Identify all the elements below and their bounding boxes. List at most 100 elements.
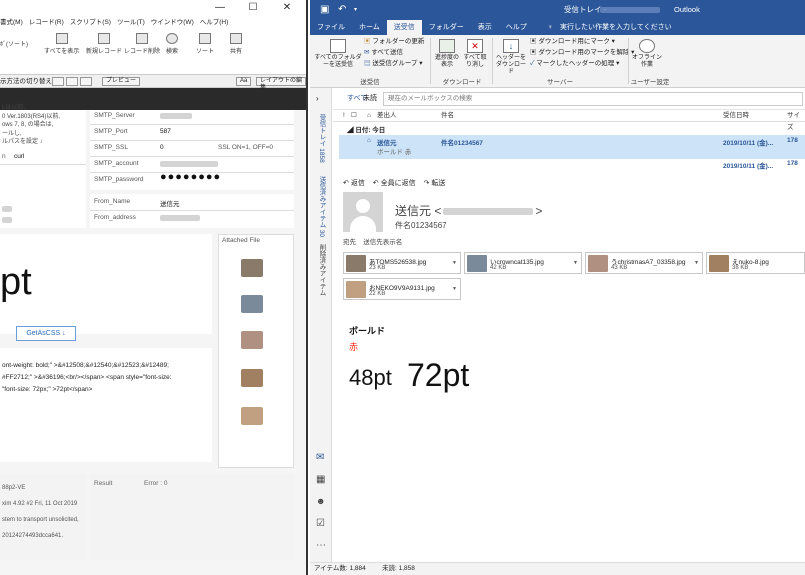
tab-file[interactable]: ファイル: [310, 20, 352, 35]
tell-me-input[interactable]: 実行したい作業を入力してください: [560, 20, 679, 35]
menu-format[interactable]: 書式(M): [0, 16, 23, 29]
send-receive-groups-button[interactable]: ▤ 送受信グループ ▾: [364, 59, 423, 69]
folder-sent[interactable]: 送信済みアイテム 30: [316, 176, 326, 237]
tasks-icon[interactable]: ☑: [316, 518, 325, 529]
message-row-selected[interactable]: ⌂ 送信元 ボールド 赤 件名01234567 2019/10/11 (金)..…: [339, 135, 805, 159]
attached-thumb-4[interactable]: [241, 369, 263, 387]
show-progress-button[interactable]: 進捗度の表示: [434, 39, 460, 69]
sort-button[interactable]: ソート: [196, 33, 214, 55]
undo-icon[interactable]: ↶: [338, 0, 346, 20]
col-from[interactable]: 差出人: [377, 110, 397, 122]
smtp-account-field[interactable]: [160, 161, 218, 167]
note-line: Lは以前,: [2, 105, 26, 111]
share-button[interactable]: 共有: [230, 33, 242, 55]
attachment-item[interactable]: あTOMS526538.jpg 23 KB ▼: [343, 252, 461, 274]
smtp-ssl-field[interactable]: 0: [160, 144, 164, 151]
col-subject[interactable]: 件名: [441, 110, 454, 122]
attachment-item[interactable]: うchristmasA7_03358.jpg 43 KB ▼: [585, 252, 703, 274]
tab-view[interactable]: 表示: [471, 20, 499, 35]
show-all-button[interactable]: すべてを表示: [44, 33, 79, 55]
col-received[interactable]: 受信日時: [723, 110, 749, 122]
col-size[interactable]: サイズ: [787, 110, 805, 134]
chevron-down-icon[interactable]: ▼: [452, 286, 457, 292]
attached-thumb-2[interactable]: [241, 295, 263, 313]
attachment-item[interactable]: いcrowncat135.jpg 42 KB ▼: [464, 252, 582, 274]
display-method-label: 示方法の切り替え:: [0, 78, 54, 85]
send-receive-all-button[interactable]: すべてのフォルダーを送受信: [314, 39, 362, 69]
reply-button[interactable]: ↶ 返信: [343, 180, 365, 187]
message-subject: 件名01234567: [441, 140, 483, 147]
smtp-port-field[interactable]: 587: [160, 128, 171, 135]
close-icon[interactable]: ✕: [272, 0, 302, 16]
tab-help[interactable]: ヘルプ: [499, 20, 534, 35]
reply-all-button[interactable]: ↶ 全員に返信: [373, 180, 416, 187]
minimize-icon[interactable]: —: [205, 0, 235, 16]
getascss-button[interactable]: GetAsCSS ↓: [16, 326, 76, 341]
outlook-app-icon: ▣: [320, 4, 330, 15]
preview-big-text: pt: [0, 261, 32, 303]
mailbox-search-input[interactable]: 現在のメールボックスの検索: [383, 92, 803, 106]
smtp-password-field[interactable]: ●●●●●●●●: [160, 171, 221, 183]
forward-button[interactable]: ↷ 転送: [424, 180, 446, 187]
group-header-today[interactable]: ◢ 日付: 今日: [347, 124, 385, 134]
note-line: ルパスを設定 ↓: [2, 139, 43, 145]
calendar-icon[interactable]: ▦: [316, 474, 325, 485]
preview-button[interactable]: プレビュー: [102, 77, 141, 86]
mail-icon[interactable]: ✉: [316, 452, 324, 463]
attachment-item[interactable]: えnuko-8.jpg 38 KB: [706, 252, 805, 274]
update-folder-button[interactable]: ▣ フォルダーの更新: [364, 37, 424, 47]
html-line: "font-size: 72px;" >72pt</span>: [2, 386, 93, 393]
edit-layout-button[interactable]: レイアウトの編集: [256, 77, 306, 91]
chevron-down-icon[interactable]: ▼: [452, 260, 457, 266]
new-record-button[interactable]: 新規レコード: [86, 33, 122, 55]
filter-unread[interactable]: 未読: [363, 88, 377, 110]
unmark-download-button[interactable]: ▣ ダウンロード用のマークを解除 ▾: [530, 48, 634, 58]
message-row[interactable]: 2019/10/11 (金)... 178: [339, 160, 805, 170]
table-view-button[interactable]: [80, 77, 92, 86]
from-name-field[interactable]: 送信元: [160, 198, 180, 208]
chevron-down-icon[interactable]: ▼: [573, 260, 578, 266]
work-offline-button[interactable]: オフライン作業: [632, 39, 662, 69]
process-marked-button[interactable]: ✓ マークしたヘッダーの処理 ▾: [530, 59, 619, 69]
attached-thumb-5[interactable]: [241, 407, 263, 425]
menu-tools[interactable]: ツール(T): [117, 16, 145, 29]
tab-send-receive[interactable]: 送受信: [386, 20, 422, 35]
expand-folder-pane-icon[interactable]: ›: [316, 94, 319, 103]
attached-thumb-1[interactable]: [241, 259, 263, 277]
download-headers-button[interactable]: ↓ ヘッダーをダウンロード: [496, 39, 526, 76]
menu-window[interactable]: ウインドウ(W): [151, 16, 194, 29]
people-icon[interactable]: ☻: [316, 496, 325, 506]
send-all-button[interactable]: ✉ すべて送信: [364, 48, 403, 58]
col-importance-icon[interactable]: !: [343, 110, 345, 122]
attachment-item[interactable]: おNEKO9V9A9131.jpg 22 KB ▼: [343, 278, 461, 300]
attached-thumb-3[interactable]: [241, 331, 263, 349]
chevron-down-icon[interactable]: ▼: [694, 260, 699, 266]
menu-help[interactable]: ヘルプ(H): [200, 16, 229, 29]
folder-inbox[interactable]: 受信トレイ 1858: [316, 114, 326, 163]
col-icon[interactable]: ☐: [351, 110, 357, 122]
cancel-all-button[interactable]: ✕ すべて取り消し: [462, 39, 488, 69]
tab-folder[interactable]: フォルダー: [422, 20, 471, 35]
search-button[interactable]: 検索: [166, 33, 178, 55]
menu-scripts[interactable]: スクリプト(S): [70, 16, 111, 29]
menu-records[interactable]: レコード(R): [29, 16, 64, 29]
message-received: 2019/10/11 (金)...: [723, 140, 774, 147]
tab-home[interactable]: ホーム: [352, 20, 387, 35]
smtp-panel: SMTP_Server SMTP_Port 587 SMTP_SSL 0 SSL…: [90, 110, 294, 190]
aa-button[interactable]: Aa: [236, 77, 252, 86]
form-view-button[interactable]: [52, 77, 64, 86]
from-address-field[interactable]: [160, 215, 200, 221]
mark-download-button[interactable]: ▣ ダウンロード用にマーク ▾: [530, 37, 615, 47]
qat-dropdown-icon[interactable]: ▾: [354, 0, 357, 20]
col-attachment-icon[interactable]: ⌂: [367, 110, 371, 122]
smtp-server-field[interactable]: [160, 113, 192, 119]
maximize-icon[interactable]: ☐: [238, 0, 268, 16]
more-icon[interactable]: ⋯: [316, 540, 326, 551]
folder-deleted[interactable]: 削除済みアイテム: [316, 244, 326, 296]
folder-pane-collapsed: › 受信トレイ 1858 送信済みアイテム 30 削除済みアイテム: [310, 88, 332, 450]
list-view-button[interactable]: [66, 77, 78, 86]
smtp-port-label: SMTP_Port: [94, 128, 128, 135]
curl-field[interactable]: curl: [14, 153, 24, 160]
collapse-icon[interactable]: ◢: [347, 127, 354, 134]
delete-record-button[interactable]: レコード削除: [124, 33, 160, 55]
